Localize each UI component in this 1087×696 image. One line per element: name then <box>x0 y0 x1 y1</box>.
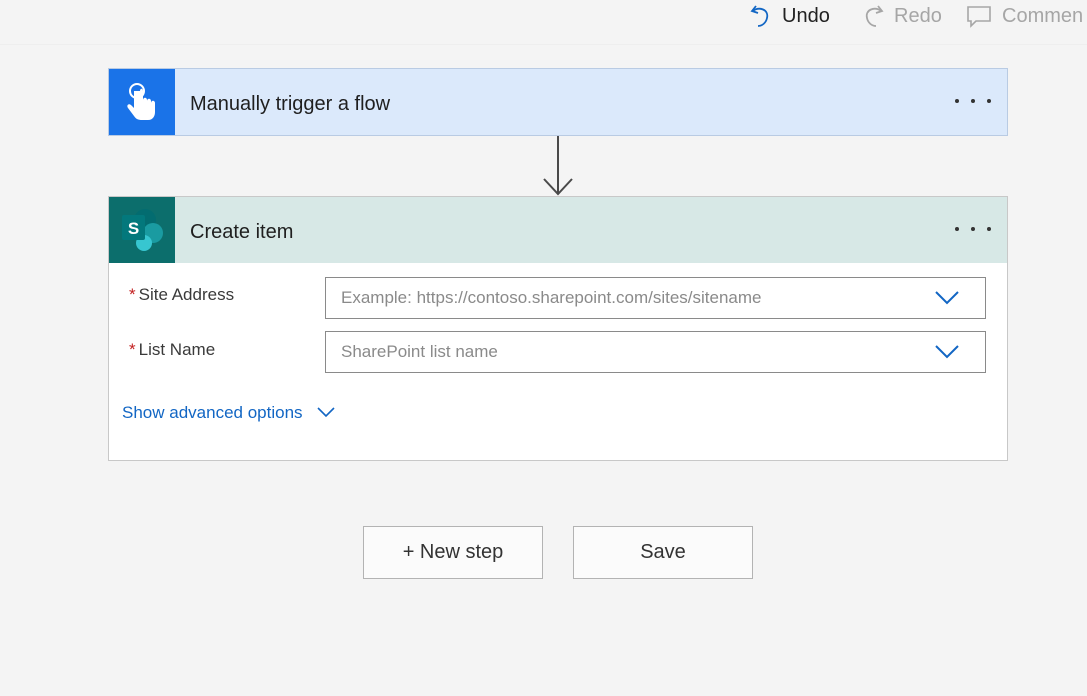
more-dot <box>971 227 975 231</box>
undo-label: Undo <box>782 4 830 27</box>
list-name-label: * List Name <box>129 340 215 360</box>
undo-icon <box>750 3 772 29</box>
trigger-card[interactable]: Manually trigger a flow <box>108 68 1008 136</box>
more-dot <box>987 227 991 231</box>
site-address-field[interactable] <box>325 277 986 319</box>
sharepoint-letter: S <box>128 219 139 238</box>
create-item-title[interactable]: Create item <box>190 197 293 263</box>
create-item-card: S Create item *Site Address *List Name S… <box>108 196 1008 461</box>
redo-label: Redo <box>894 4 942 27</box>
trigger-more-menu-button[interactable] <box>955 93 991 109</box>
list-name-label-text: List Name <box>138 340 216 359</box>
more-dot <box>987 99 991 103</box>
command-bar: Undo Redo Commen <box>0 0 1087 45</box>
site-address-dropdown-chevron-icon[interactable] <box>935 291 959 310</box>
more-dot <box>955 227 959 231</box>
site-address-input[interactable] <box>341 278 911 318</box>
list-name-dropdown-chevron-icon[interactable] <box>935 345 959 364</box>
required-marker: * <box>129 340 136 359</box>
site-address-label-text: Site Address <box>138 285 235 304</box>
more-dot <box>955 99 959 103</box>
connector-arrow-icon <box>541 136 575 201</box>
hand-touch-icon <box>109 69 175 135</box>
chevron-down-icon <box>316 403 335 423</box>
site-address-label: * Site Address <box>129 285 234 305</box>
list-name-input[interactable] <box>341 332 911 372</box>
save-button[interactable]: Save <box>573 526 753 579</box>
trigger-title[interactable]: Manually trigger a flow <box>190 69 390 135</box>
redo-button[interactable]: Redo <box>862 0 942 32</box>
comments-button[interactable]: Commen <box>966 0 1083 32</box>
create-item-more-menu-button[interactable] <box>955 221 991 237</box>
show-advanced-options-link[interactable]: Show advanced options <box>122 403 335 423</box>
list-name-field[interactable] <box>325 331 986 373</box>
comments-label: Commen <box>1002 4 1084 27</box>
required-marker: * <box>129 285 136 304</box>
new-step-button[interactable]: + New step <box>363 526 543 579</box>
redo-icon <box>862 3 884 29</box>
advanced-options-label: Show advanced options <box>122 403 303 422</box>
undo-button[interactable]: Undo <box>750 0 830 32</box>
create-item-header[interactable]: S Create item <box>109 197 1007 263</box>
sharepoint-icon: S <box>109 197 175 263</box>
more-dot <box>971 99 975 103</box>
comment-icon <box>966 4 992 28</box>
